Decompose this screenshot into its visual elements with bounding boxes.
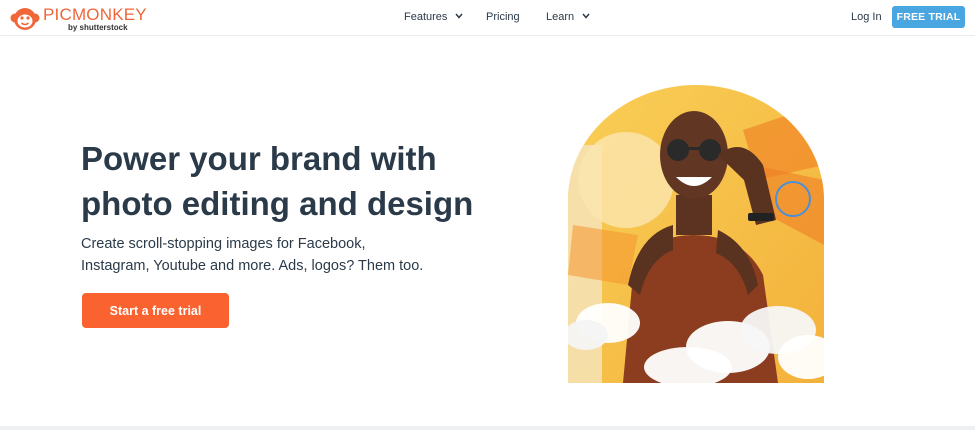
site-header: PICMONKEY by shutterstock Features Prici… <box>0 0 975 36</box>
hero-photo <box>568 85 824 383</box>
nav-item-label: Pricing <box>486 11 520 23</box>
nav-item-learn[interactable]: Learn <box>546 11 590 23</box>
hero-subtitle-line-1: Create scroll-stopping images for Facebo… <box>81 236 366 252</box>
nav-item-label: Features <box>404 11 448 23</box>
nav-item-pricing[interactable]: Pricing <box>486 11 520 23</box>
hero-title: Power your brand with photo editing and … <box>81 136 501 226</box>
hero-title-line-1: Power your brand with <box>81 140 437 177</box>
chevron-down-icon <box>582 13 590 19</box>
hero-subtitle-line-2: Instagram, Youtube and more. Ads, logos?… <box>81 258 424 274</box>
brand-logo[interactable]: PICMONKEY by shutterstock <box>10 3 147 33</box>
monkey-logo-icon <box>10 8 40 30</box>
hero-title-line-2: photo editing and design <box>81 185 474 222</box>
nav-item-features[interactable]: Features <box>404 11 464 23</box>
hero-subtitle: Create scroll-stopping images for Facebo… <box>81 233 441 277</box>
free-trial-button[interactable]: FREE TRIAL <box>892 6 965 28</box>
section-divider <box>0 426 975 430</box>
brand-tagline: by shutterstock <box>68 23 128 32</box>
nav-item-label: Learn <box>546 11 575 23</box>
brand-name: PICMONKEY <box>43 5 147 24</box>
chevron-down-icon <box>455 13 464 19</box>
login-link[interactable]: Log In <box>851 11 882 23</box>
start-free-trial-button[interactable]: Start a free trial <box>82 293 229 328</box>
